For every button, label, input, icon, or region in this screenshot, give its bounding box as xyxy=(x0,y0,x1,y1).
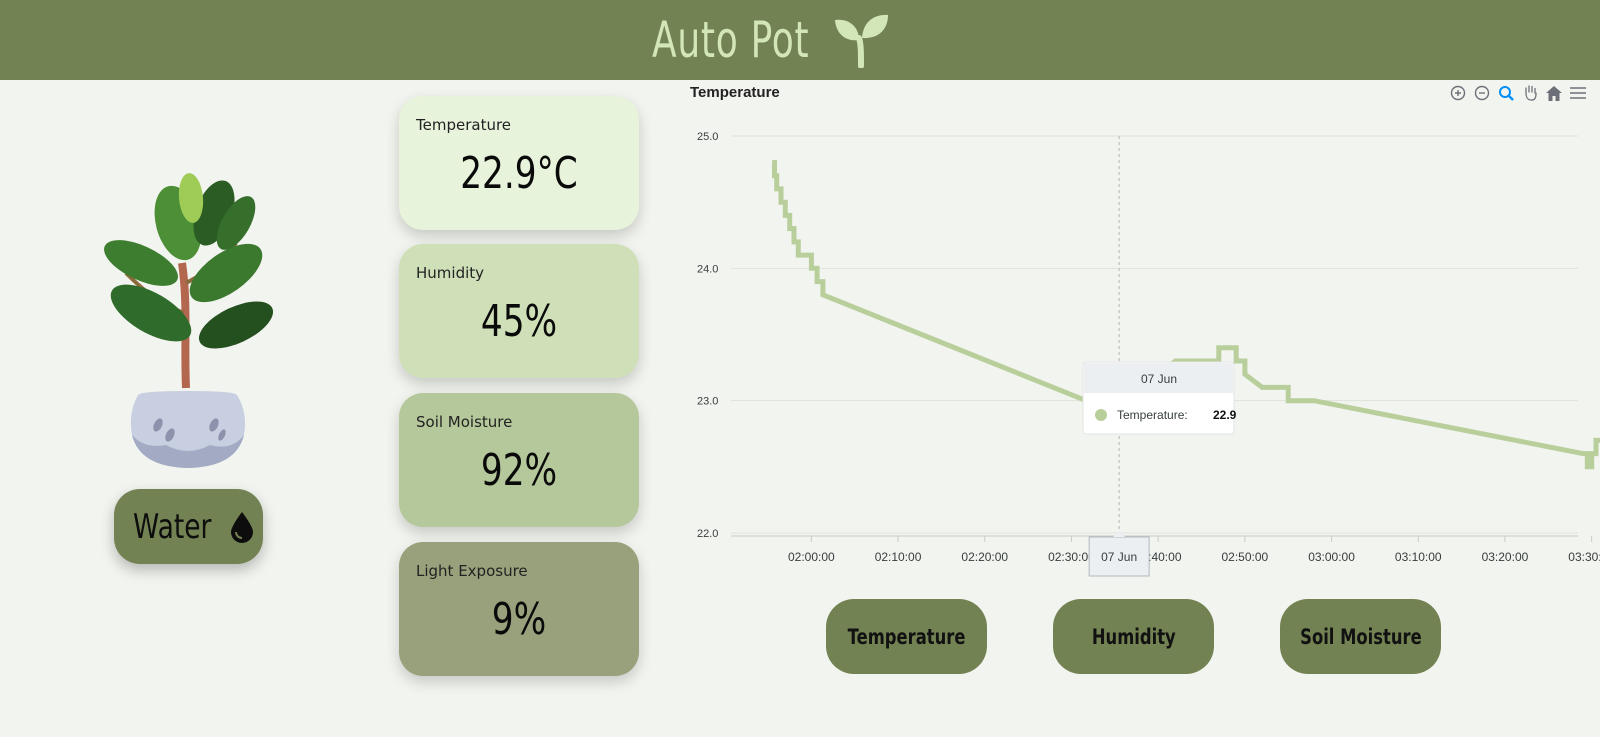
tab-humidity-label: Humidity xyxy=(1091,624,1176,649)
y-tick-label: 23.0 xyxy=(697,396,718,408)
x-tick-label: 02:10:00 xyxy=(875,550,922,564)
x-tick-label: 03:00:00 xyxy=(1308,550,1355,564)
x-tick-label: 03:20:00 xyxy=(1482,550,1529,564)
tooltip-series-label: Temperature: xyxy=(1117,408,1188,422)
x-crosshair-label-arrow xyxy=(1113,531,1126,537)
tab-temperature[interactable]: Temperature xyxy=(826,599,987,674)
x-tick-label: 02:50:00 xyxy=(1221,550,1268,564)
tab-temperature-label: Temperature xyxy=(847,624,966,649)
x-crosshair-label: 07 Jun xyxy=(1101,550,1137,564)
x-tick-label: 03:30:00 xyxy=(1568,550,1600,564)
tooltip-series-marker xyxy=(1095,409,1107,421)
tab-soil-moisture[interactable]: Soil Moisture xyxy=(1280,599,1441,674)
x-tick-label: 02:20:00 xyxy=(961,550,1008,564)
tab-humidity[interactable]: Humidity xyxy=(1053,599,1214,674)
y-tick-label: 24.0 xyxy=(697,263,718,275)
x-tick-label: 02:00:00 xyxy=(788,550,835,564)
y-tick-label: 22.0 xyxy=(697,528,718,540)
tab-soil-moisture-label: Soil Moisture xyxy=(1299,624,1422,649)
x-tick-label: 02:30:00 xyxy=(1048,550,1095,564)
x-tick-label: 03:10:00 xyxy=(1395,550,1442,564)
tooltip-value: 22.9 xyxy=(1213,408,1237,422)
tooltip-header: 07 Jun xyxy=(1141,372,1177,386)
y-tick-label: 25.0 xyxy=(697,131,718,143)
